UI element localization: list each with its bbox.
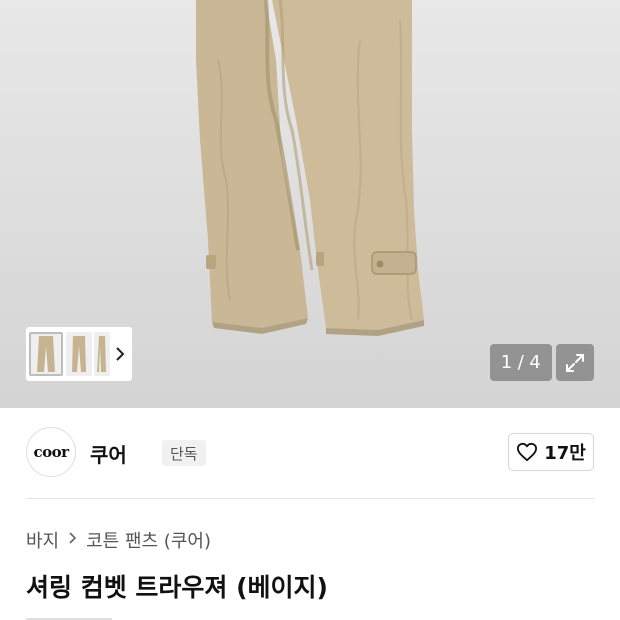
- counter-separator: /: [517, 352, 525, 373]
- like-button[interactable]: 17만: [508, 433, 594, 471]
- chevron-right-icon: [68, 531, 77, 549]
- product-image-gallery[interactable]: 1 / 4: [0, 0, 620, 408]
- breadcrumb-item-category[interactable]: 바지: [26, 527, 59, 553]
- like-count: 17만: [544, 443, 586, 464]
- breadcrumb-item-subcategory[interactable]: 코튼 팬츠 (쿠어): [86, 527, 211, 553]
- counter-current: 1: [500, 352, 513, 373]
- brand-logo[interactable]: coor: [26, 427, 76, 477]
- thumbnail-2[interactable]: [66, 332, 92, 376]
- counter-total: 4: [529, 352, 542, 373]
- heart-icon: [517, 442, 538, 462]
- product-title: 셔링 컴벳 트라우져 (베이지): [26, 573, 328, 602]
- breadcrumb: 바지 코튼 팬츠 (쿠어): [26, 527, 211, 553]
- thumbnail-1[interactable]: [29, 332, 63, 376]
- brand-name[interactable]: 쿠어: [90, 439, 127, 468]
- chevron-right-icon[interactable]: [114, 342, 126, 366]
- brand-row: coor 쿠어 단독 17만: [26, 427, 594, 479]
- thumbnail-3[interactable]: [94, 332, 110, 376]
- expand-icon: [566, 353, 584, 372]
- divider: [26, 498, 594, 499]
- thumbnail-strip[interactable]: [26, 327, 132, 381]
- expand-button[interactable]: [556, 344, 594, 381]
- image-counter: 1 / 4: [490, 344, 552, 381]
- exclusive-badge: 단독: [162, 440, 206, 466]
